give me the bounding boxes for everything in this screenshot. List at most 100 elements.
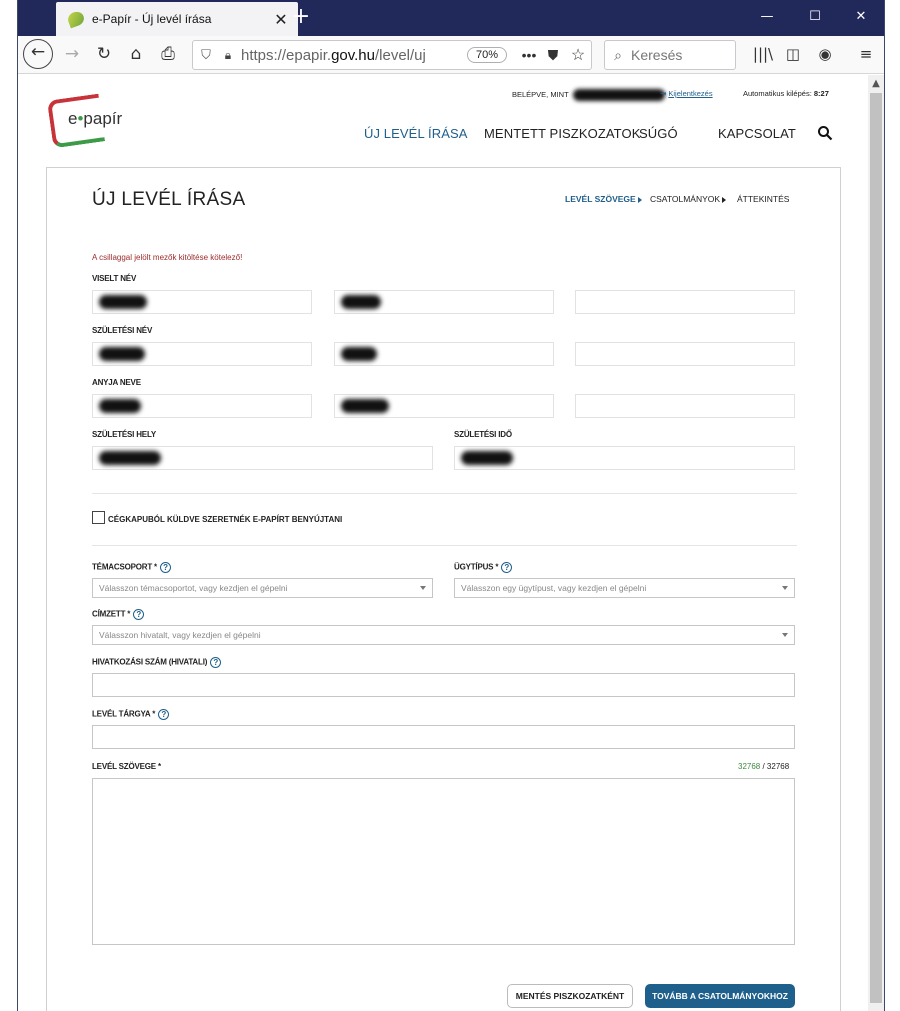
- cegkapu-checkbox[interactable]: [92, 511, 105, 524]
- hivatkozasi-szam-field[interactable]: [92, 673, 795, 697]
- anyja-neve-label: ANYJA NEVE: [92, 378, 141, 387]
- print-icon[interactable]: ⎙: [154, 40, 182, 68]
- page-title: ÚJ LEVÉL ÍRÁSA: [92, 189, 246, 210]
- sidebar-icon[interactable]: ◫: [780, 41, 806, 67]
- logged-in-info: BELÉPVE, MINT: [512, 89, 665, 101]
- redacted-username: [572, 89, 665, 101]
- anyja-neve-field-1[interactable]: [92, 394, 312, 418]
- title-bar: e-Papír - Új levél írása ✕ + — ☐ ✕: [18, 0, 884, 36]
- epapir-logo[interactable]: e•papír: [46, 93, 130, 149]
- redacted-value: [341, 295, 381, 309]
- szuletesi-nev-field-3[interactable]: [575, 342, 795, 366]
- divider: [92, 493, 797, 494]
- help-icon[interactable]: ?: [159, 562, 171, 573]
- logout-icon: ⇥: [660, 89, 667, 98]
- redacted-value: [341, 399, 389, 413]
- more-actions-icon[interactable]: •••: [517, 47, 541, 63]
- arrow-right-icon: [722, 196, 727, 203]
- help-icon[interactable]: ?: [210, 657, 222, 668]
- caret-down-icon: [420, 586, 426, 590]
- nav-help[interactable]: SÚGÓ: [639, 126, 678, 141]
- minimize-button[interactable]: —: [752, 6, 782, 28]
- temacsoport-select[interactable]: Válasszon témacsoportot, vagy kezdjen el…: [92, 578, 433, 598]
- level-szovege-label: LEVÉL SZÖVEGE *: [92, 762, 161, 771]
- form-card: ÚJ LEVÉL ÍRÁSA LEVÉL SZÖVEGE CSATOLMÁNYO…: [46, 167, 841, 1011]
- step-overview[interactable]: ÁTTEKINTÉS: [737, 194, 789, 204]
- anyja-neve-field-3[interactable]: [575, 394, 795, 418]
- browser-window: e-Papír - Új levél írása ✕ + — ☐ ✕ ← → ↻…: [17, 0, 885, 1011]
- logout-link[interactable]: ⇥ Kijelentkezés: [660, 89, 713, 98]
- web-page: e•papír BELÉPVE, MINT ⇥ Kijelentkezés Au…: [18, 75, 868, 1011]
- tab-title: e-Papír - Új levél írása: [92, 12, 212, 26]
- szuletesi-ido-label: SZÜLETÉSI IDŐ: [454, 430, 512, 439]
- step-attachments[interactable]: CSATOLMÁNYOK: [650, 194, 727, 204]
- character-counter: 32768 / 32768: [738, 762, 790, 771]
- zoom-indicator[interactable]: 70%: [466, 47, 507, 63]
- temacsoport-label: TÉMACSOPORT *?: [92, 562, 171, 573]
- account-icon[interactable]: ◉: [812, 41, 838, 67]
- maximize-button[interactable]: ☐: [800, 6, 830, 28]
- caret-down-icon: [782, 586, 788, 590]
- required-note: A csillaggal jelölt mezők kitöltése köte…: [92, 253, 243, 262]
- level-szovege-textarea[interactable]: [92, 778, 795, 945]
- cimzett-label: CÍMZETT *?: [92, 609, 145, 620]
- cegkapu-label[interactable]: CÉGKAPUBÓL KÜLDVE SZERETNÉK E-PAPÍRT BEN…: [108, 515, 342, 524]
- search-input[interactable]: ⌕ Keresés: [604, 40, 736, 70]
- szuletesi-nev-field-1[interactable]: [92, 342, 312, 366]
- scrollbar-thumb[interactable]: [870, 93, 882, 1003]
- library-icon[interactable]: |||\: [750, 41, 776, 67]
- hivatkozasi-szam-label: HIVATKOZÁSI SZÁM (HIVATALI)?: [92, 657, 222, 668]
- redacted-value: [99, 295, 147, 309]
- viselt-nev-field-2[interactable]: [334, 290, 554, 314]
- redacted-value: [99, 399, 141, 413]
- szuletesi-ido-field[interactable]: [454, 446, 795, 470]
- pocket-icon[interactable]: ⛊: [541, 47, 565, 64]
- level-targya-field[interactable]: [92, 725, 795, 749]
- redacted-value: [99, 451, 161, 465]
- page-scrollbar[interactable]: ▲: [868, 75, 884, 1011]
- viselt-nev-label: VISELT NÉV: [92, 274, 137, 283]
- cimzett-select[interactable]: Válasszon hivatalt, vagy kezdjen el gépe…: [92, 625, 795, 645]
- arrow-right-icon: [637, 196, 642, 203]
- window-close-button[interactable]: ✕: [846, 6, 876, 28]
- url-bar[interactable]: ⛉ 🔒︎ https://epapir.gov.hu/level/uj 70% …: [192, 40, 592, 70]
- scroll-up-icon[interactable]: ▲: [868, 75, 884, 93]
- viselt-nev-field-3[interactable]: [575, 290, 795, 314]
- menu-icon[interactable]: ≡: [853, 41, 879, 67]
- auto-logout: Automatikus kilépés: 8:27: [743, 89, 829, 98]
- szuletesi-hely-field[interactable]: [92, 446, 433, 470]
- new-tab-button[interactable]: +: [288, 5, 314, 31]
- shield-icon[interactable]: ⛉: [193, 47, 219, 63]
- szuletesi-hely-label: SZÜLETÉSI HELY: [92, 430, 157, 439]
- szuletesi-nev-field-2[interactable]: [334, 342, 554, 366]
- nav-contact[interactable]: KAPCSOLAT: [718, 126, 796, 141]
- viselt-nev-field-1[interactable]: [92, 290, 312, 314]
- redacted-value: [99, 347, 145, 361]
- browser-tab[interactable]: e-Papír - Új levél írása ✕: [56, 2, 298, 36]
- save-draft-button[interactable]: MENTÉS PISZKOZATKÉNT: [507, 984, 633, 1008]
- back-arrow-icon[interactable]: ←: [23, 39, 53, 69]
- next-attachments-button[interactable]: TOVÁBB A CSATOLMÁNYOKHOZ: [645, 984, 795, 1008]
- home-icon[interactable]: ⌂: [122, 40, 150, 68]
- url-text[interactable]: https://epapir.gov.hu/level/uj: [237, 47, 467, 64]
- divider: [92, 545, 797, 546]
- nav-saved-drafts[interactable]: MENTETT PISZKOZATOK: [484, 126, 640, 141]
- anyja-neve-field-2[interactable]: [334, 394, 554, 418]
- reload-icon[interactable]: ↻: [90, 40, 118, 68]
- lock-icon[interactable]: 🔒︎: [219, 48, 237, 63]
- search-icon[interactable]: [817, 125, 833, 141]
- level-targya-label: LEVÉL TÁRGYA *?: [92, 709, 170, 720]
- help-icon[interactable]: ?: [133, 609, 145, 620]
- forward-arrow-icon[interactable]: →: [58, 40, 86, 68]
- search-icon: ⌕: [614, 46, 622, 63]
- szuletesi-nev-label: SZÜLETÉSI NÉV: [92, 326, 153, 335]
- caret-down-icon: [782, 633, 788, 637]
- step-letter-text[interactable]: LEVÉL SZÖVEGE: [565, 194, 642, 204]
- help-icon[interactable]: ?: [501, 562, 513, 573]
- ugytipus-select[interactable]: Válasszon egy ügytípust, vagy kezdjen el…: [454, 578, 795, 598]
- redacted-value: [461, 451, 513, 465]
- nav-new-letter[interactable]: ÚJ LEVÉL ÍRÁSA: [364, 126, 468, 141]
- bookmark-star-icon[interactable]: ☆: [565, 45, 591, 65]
- help-icon[interactable]: ?: [158, 709, 170, 720]
- ugytipus-label: ÜGYTÍPUS *?: [454, 562, 513, 573]
